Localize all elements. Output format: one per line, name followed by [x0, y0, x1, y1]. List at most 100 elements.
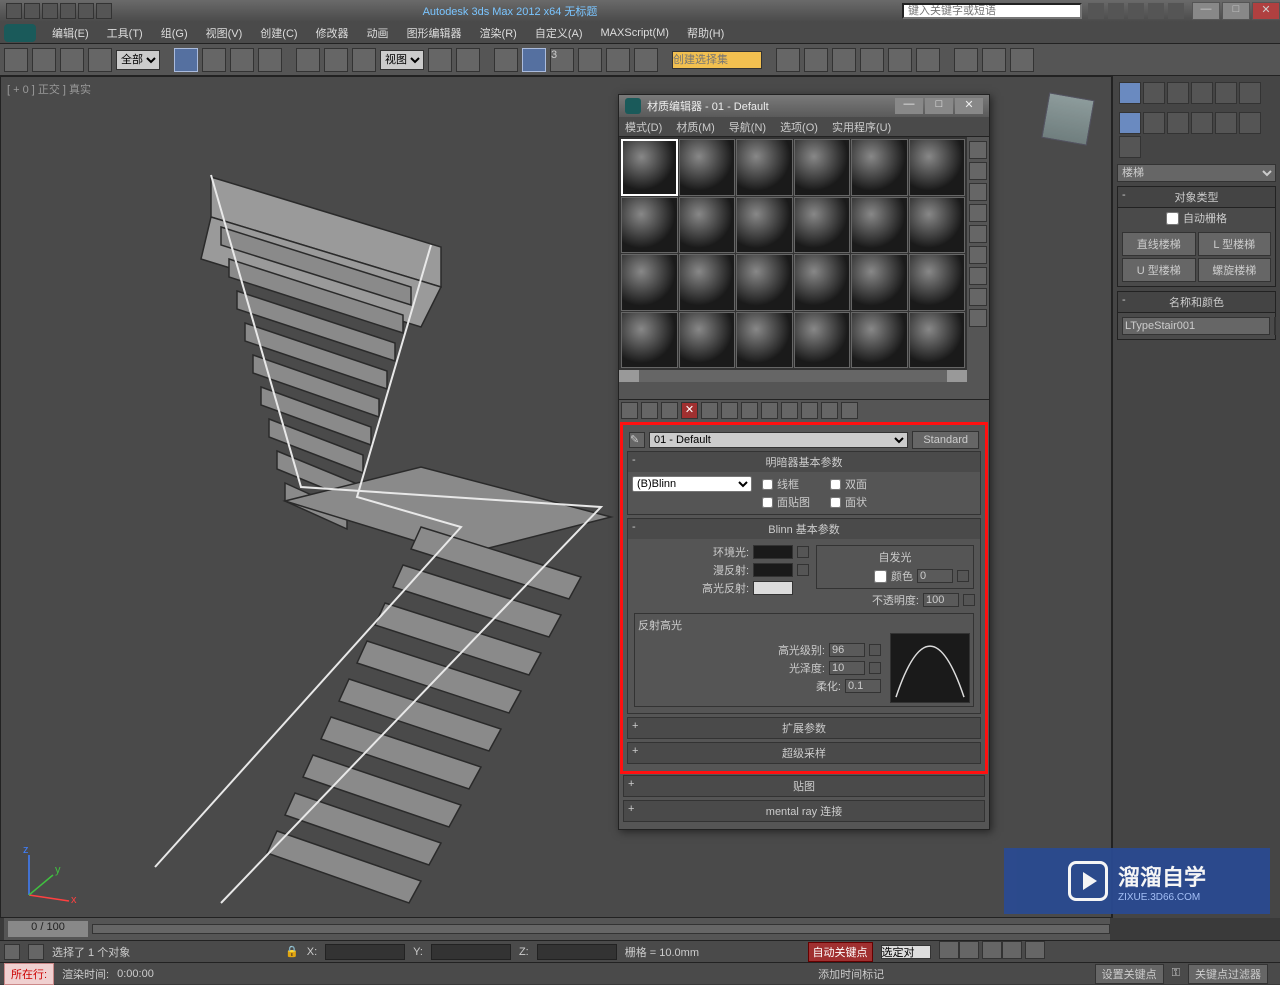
soften-spinner[interactable] — [845, 679, 881, 693]
window-crossing-button[interactable] — [258, 48, 282, 72]
systems-icon[interactable] — [1119, 136, 1141, 158]
object-name-field[interactable] — [1122, 317, 1270, 335]
sample-slot[interactable] — [851, 254, 908, 311]
sample-slot[interactable] — [794, 197, 851, 254]
prompt-icon[interactable] — [4, 944, 20, 960]
spacewarps-icon[interactable] — [1239, 112, 1261, 134]
spiral-stair-button[interactable]: 螺旋楼梯 — [1198, 258, 1272, 282]
sample-slot[interactable] — [621, 197, 678, 254]
play-icon[interactable] — [982, 941, 1002, 959]
object-color-swatch[interactable] — [1274, 317, 1276, 335]
goto-start-icon[interactable] — [939, 941, 959, 959]
undo-button[interactable] — [4, 48, 28, 72]
keymode-selector[interactable] — [881, 945, 931, 959]
menu-help[interactable]: 帮助(H) — [679, 23, 732, 43]
minimize-button[interactable]: — — [1192, 2, 1220, 20]
manipulate-button[interactable] — [456, 48, 480, 72]
ambient-swatch[interactable] — [753, 545, 793, 559]
keyfilter-button[interactable]: 关键点过滤器 — [1188, 964, 1268, 984]
menu-grapheditors[interactable]: 图形编辑器 — [399, 23, 470, 43]
backlight-icon[interactable] — [969, 162, 987, 180]
display-tab-icon[interactable] — [1215, 82, 1237, 104]
speclevel-map-icon[interactable] — [869, 644, 881, 656]
l-stair-button[interactable]: L 型楼梯 — [1198, 232, 1272, 256]
mirror-button[interactable] — [776, 48, 800, 72]
menu-maxscript[interactable]: MAXScript(M) — [593, 25, 677, 41]
percent-snap-button[interactable] — [578, 48, 602, 72]
me-menu-modes[interactable]: 模式(D) — [625, 119, 662, 135]
sample-slot[interactable] — [736, 197, 793, 254]
y-coord-field[interactable] — [431, 944, 511, 960]
me-menu-options[interactable]: 选项(O) — [780, 119, 818, 135]
sample-slot[interactable] — [736, 254, 793, 311]
me-menu-utilities[interactable]: 实用程序(U) — [832, 119, 891, 135]
opacity-map-icon[interactable] — [963, 594, 975, 606]
rendered-frame-button[interactable] — [982, 48, 1006, 72]
material-type-button[interactable]: Standard — [912, 431, 979, 449]
selfillum-spinner[interactable] — [917, 569, 953, 583]
script-icon[interactable] — [28, 944, 44, 960]
key-icon[interactable]: ⚿ — [1172, 967, 1180, 980]
layers-button[interactable] — [832, 48, 856, 72]
angle-snap-button[interactable]: 3 — [550, 48, 574, 72]
qat-btn[interactable] — [60, 3, 76, 19]
prev-frame-icon[interactable] — [959, 941, 979, 959]
sample-scroll-h[interactable] — [619, 370, 967, 382]
lock-selection-icon[interactable]: 🔒 — [285, 945, 299, 958]
material-map-nav-icon[interactable] — [969, 309, 987, 327]
select-by-name-button[interactable] — [202, 48, 226, 72]
straight-stair-button[interactable]: 直线楼梯 — [1122, 232, 1196, 256]
goto-end-icon[interactable] — [1025, 941, 1045, 959]
render-setup-button[interactable] — [954, 48, 978, 72]
options-icon[interactable] — [969, 267, 987, 285]
sample-slot[interactable] — [679, 312, 736, 369]
favorites-icon[interactable] — [1148, 3, 1164, 19]
sample-slot[interactable] — [736, 312, 793, 369]
sample-slot[interactable] — [794, 139, 851, 196]
sample-uv-icon[interactable] — [969, 204, 987, 222]
sample-slot[interactable] — [621, 254, 678, 311]
named-selection-set[interactable] — [672, 51, 762, 69]
infocenter-search[interactable] — [902, 3, 1082, 19]
lights-icon[interactable] — [1167, 112, 1189, 134]
shapes-icon[interactable] — [1143, 112, 1165, 134]
sample-slot[interactable] — [621, 312, 678, 369]
selfillum-color-checkbox[interactable] — [874, 570, 887, 583]
twosided-checkbox[interactable] — [830, 479, 841, 490]
x-coord-field[interactable] — [325, 944, 405, 960]
create-category[interactable]: 楼梯 — [1117, 164, 1276, 182]
sample-slot[interactable] — [851, 139, 908, 196]
close-button[interactable]: ✕ — [1252, 2, 1280, 20]
opacity-spinner[interactable] — [923, 593, 959, 607]
material-editor-button[interactable] — [916, 48, 940, 72]
add-time-tag[interactable]: 添加时间标记 — [818, 966, 884, 982]
material-id-icon[interactable] — [761, 402, 778, 419]
menu-group[interactable]: 组(G) — [153, 23, 196, 43]
selection-filter[interactable]: 全部 — [116, 50, 160, 70]
curve-editor-button[interactable] — [860, 48, 884, 72]
reset-map-icon[interactable]: ✕ — [681, 402, 698, 419]
scale-button[interactable] — [352, 48, 376, 72]
sample-slot[interactable] — [909, 254, 966, 311]
qat-btn[interactable] — [96, 3, 112, 19]
diffuse-swatch[interactable] — [753, 563, 793, 577]
search-icon[interactable] — [1088, 3, 1104, 19]
helpers-icon[interactable] — [1215, 112, 1237, 134]
faceted-checkbox[interactable] — [830, 497, 841, 508]
view-cube[interactable] — [1032, 86, 1104, 158]
redo-button[interactable] — [32, 48, 56, 72]
edit-named-sel-button[interactable] — [634, 48, 658, 72]
sample-slot[interactable] — [909, 312, 966, 369]
wire-checkbox[interactable] — [762, 479, 773, 490]
setkey-button[interactable]: 设置关键点 — [1095, 964, 1164, 984]
put-to-scene-icon[interactable] — [641, 402, 658, 419]
sample-slot[interactable] — [794, 254, 851, 311]
time-slider-thumb[interactable]: 0 / 100 — [8, 921, 88, 937]
sample-slot[interactable] — [851, 312, 908, 369]
autokey-button[interactable]: 自动关键点 — [808, 942, 873, 962]
maximize-button[interactable]: □ — [1222, 2, 1250, 20]
shader-type-select[interactable]: (B)Blinn — [632, 476, 752, 492]
material-editor-titlebar[interactable]: 材质编辑器 - 01 - Default — □ ✕ — [619, 95, 989, 117]
speclevel-spinner[interactable] — [829, 643, 865, 657]
qat-btn[interactable] — [42, 3, 58, 19]
